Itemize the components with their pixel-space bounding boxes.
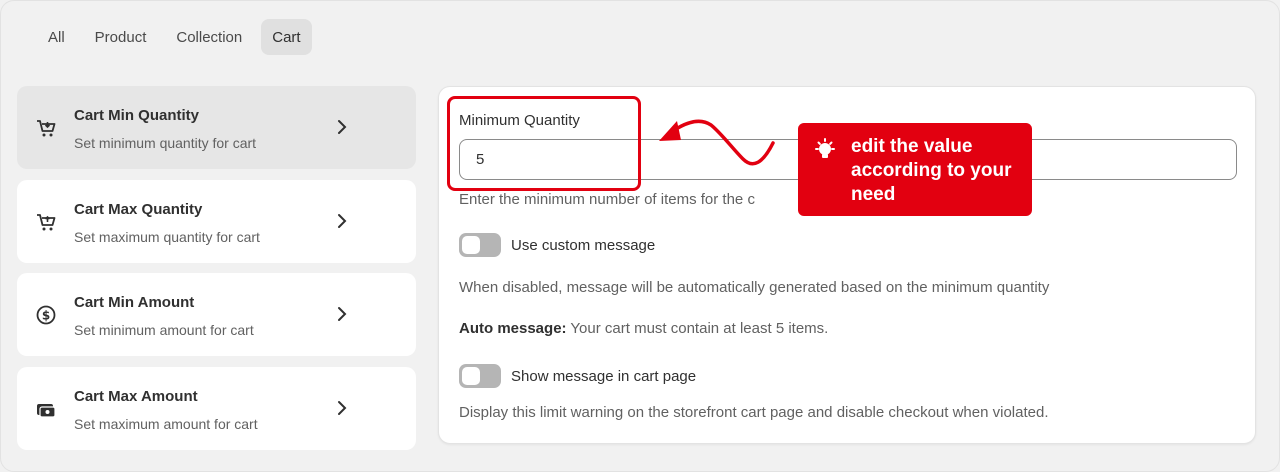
custom-message-toggle[interactable] — [459, 233, 501, 257]
disabled-note: When disabled, message will be automatic… — [459, 279, 1050, 296]
annotation-arrow — [659, 119, 775, 166]
annotation-highlight-box — [447, 96, 641, 191]
minimum-quantity-help-text: Enter the minimum number of items for th… — [459, 191, 755, 208]
chevron-right-icon — [335, 118, 349, 136]
cart-page-message-toggle[interactable] — [459, 364, 501, 388]
cart-page-note: Display this limit warning on the storef… — [459, 404, 1049, 421]
custom-message-label: Use custom message — [511, 237, 656, 254]
chevron-right-icon — [335, 305, 349, 323]
cart-page-message-label: Show message in cart page — [511, 368, 697, 385]
menu-item-title: Cart Min Amount — [74, 294, 195, 311]
chevron-right-icon — [335, 212, 349, 230]
menu-item-cart-max-amount[interactable]: Cart Max Amount Set maximum amount for c… — [17, 367, 416, 450]
chevron-right-icon — [335, 399, 349, 417]
svg-text:$: $ — [42, 309, 50, 323]
menu-item-subtitle: Set minimum amount for cart — [74, 322, 254, 338]
tab-collection[interactable]: Collection — [165, 19, 253, 55]
filter-tabs: All Product Collection Cart — [37, 19, 312, 55]
menu-item-title: Cart Max Quantity — [74, 201, 203, 218]
cash-stack-icon — [35, 398, 57, 420]
cart-up-icon — [35, 211, 57, 233]
annotation-callout: edit the value according to your need — [798, 123, 1032, 216]
menu-item-subtitle: Set minimum quantity for cart — [74, 135, 257, 151]
menu-item-cart-min-amount[interactable]: $ Cart Min Amount Set minimum amount for… — [17, 273, 416, 356]
cart-down-icon — [35, 117, 57, 139]
tab-all[interactable]: All — [37, 19, 76, 55]
lightbulb-icon — [812, 137, 838, 163]
tab-cart[interactable]: Cart — [261, 19, 312, 55]
menu-item-subtitle: Set maximum amount for cart — [74, 416, 258, 432]
annotation-text: edit the value according to your need — [851, 136, 1012, 205]
menu-item-cart-min-quantity[interactable]: Cart Min Quantity Set minimum quantity f… — [17, 86, 416, 169]
dollar-circle-icon: $ — [35, 304, 57, 326]
auto-message-text: Your cart must contain at least 5 items. — [566, 320, 829, 337]
menu-item-cart-max-quantity[interactable]: Cart Max Quantity Set maximum quantity f… — [17, 180, 416, 263]
app-frame: All Product Collection Cart Cart Min Qua… — [0, 0, 1280, 472]
tab-product[interactable]: Product — [84, 19, 158, 55]
menu-item-title: Cart Max Amount — [74, 388, 198, 405]
menu-item-subtitle: Set maximum quantity for cart — [74, 229, 260, 245]
auto-message-line: Auto message: Your cart must contain at … — [459, 320, 828, 337]
menu-item-title: Cart Min Quantity — [74, 107, 200, 124]
auto-message-label: Auto message: — [459, 320, 567, 337]
